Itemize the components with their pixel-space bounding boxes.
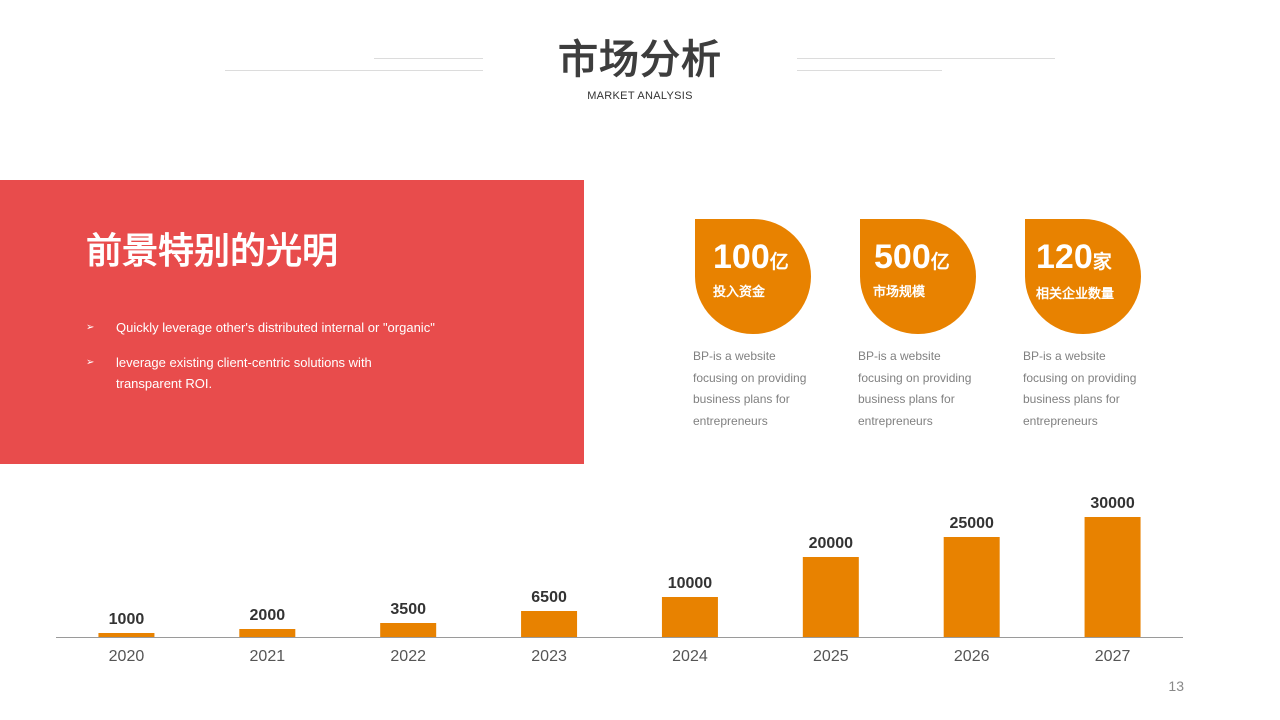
stat-description: BP-is a website focusing on providing bu…	[1023, 349, 1137, 428]
stat-label: 投入资金	[713, 284, 766, 299]
bar-value-label: 30000	[1090, 495, 1135, 512]
x-tick-label: 2022	[390, 648, 426, 665]
arrow-bullet-icon: ➢	[86, 322, 95, 333]
bar-2026	[943, 537, 1000, 637]
stat-unit: 亿	[769, 252, 789, 273]
outlook-panel: 前景特别的光明 ➢ Quickly leverage other's distr…	[0, 180, 584, 464]
bar-value-label: 6500	[531, 589, 567, 606]
bullet-text: leverage existing client-centric solutio…	[116, 355, 372, 391]
stat-card-market-size: 500亿 市场规模 BP-is a website focusing on pr…	[858, 219, 1020, 439]
stat-number: 500亿	[874, 237, 950, 283]
bar-value-label: 3500	[390, 601, 426, 618]
stat-value: 120	[1036, 238, 1093, 276]
stat-unit: 家	[1092, 252, 1112, 273]
bar-value-label: 25000	[949, 515, 994, 532]
stat-badge: 120家 相关企业数量	[1025, 219, 1141, 334]
x-tick-label: 2026	[954, 648, 990, 665]
bar-2021	[239, 629, 296, 637]
bar-2023	[521, 611, 578, 637]
stat-card-companies: 120家 相关企业数量 BP-is a website focusing on …	[1023, 219, 1185, 439]
market-growth-bar-chart: 1000 2020 2000 2021 3500 2022 6500 2023 10000 202…	[56, 495, 1183, 665]
bar-2027	[1084, 517, 1141, 637]
stat-label: 市场规模	[873, 284, 926, 299]
bar-2022	[380, 623, 437, 637]
x-tick-label: 2023	[531, 648, 567, 665]
bar-value-label: 20000	[809, 535, 854, 552]
stat-value: 500	[874, 238, 931, 276]
bar-value-label: 2000	[250, 607, 286, 624]
x-tick-label: 2027	[1095, 648, 1131, 665]
stat-card-investment: 100亿 投入资金 BP-is a website focusing on pr…	[693, 219, 855, 439]
x-tick-label: 2020	[109, 648, 145, 665]
stat-value: 100	[713, 238, 770, 276]
bar-2020	[98, 633, 155, 637]
page-subtitle: MARKET ANALYSIS	[587, 90, 693, 102]
stat-description: BP-is a website focusing on providing bu…	[693, 349, 807, 428]
x-tick-label: 2024	[672, 648, 708, 665]
bar-value-label: 10000	[668, 575, 713, 592]
stat-number: 100亿	[713, 237, 789, 283]
x-tick-label: 2025	[813, 648, 849, 665]
stat-number: 120家	[1036, 237, 1112, 283]
bar-2024	[661, 597, 718, 637]
stat-badge: 500亿 市场规模	[860, 219, 976, 334]
stat-unit: 亿	[930, 252, 950, 273]
stat-description: BP-is a website focusing on providing bu…	[858, 349, 972, 428]
panel-heading: 前景特别的光明	[86, 230, 339, 271]
bar-value-label: 1000	[109, 611, 145, 628]
stat-badge: 100亿 投入资金	[695, 219, 811, 334]
x-tick-label: 2021	[250, 648, 286, 665]
stat-label: 相关企业数量	[1036, 286, 1115, 301]
bullet-text: Quickly leverage other's distributed int…	[116, 320, 435, 335]
arrow-bullet-icon: ➢	[86, 357, 95, 368]
page-number: 13	[1168, 678, 1184, 694]
page-title: 市场分析	[558, 38, 722, 82]
bar-2025	[802, 557, 859, 637]
